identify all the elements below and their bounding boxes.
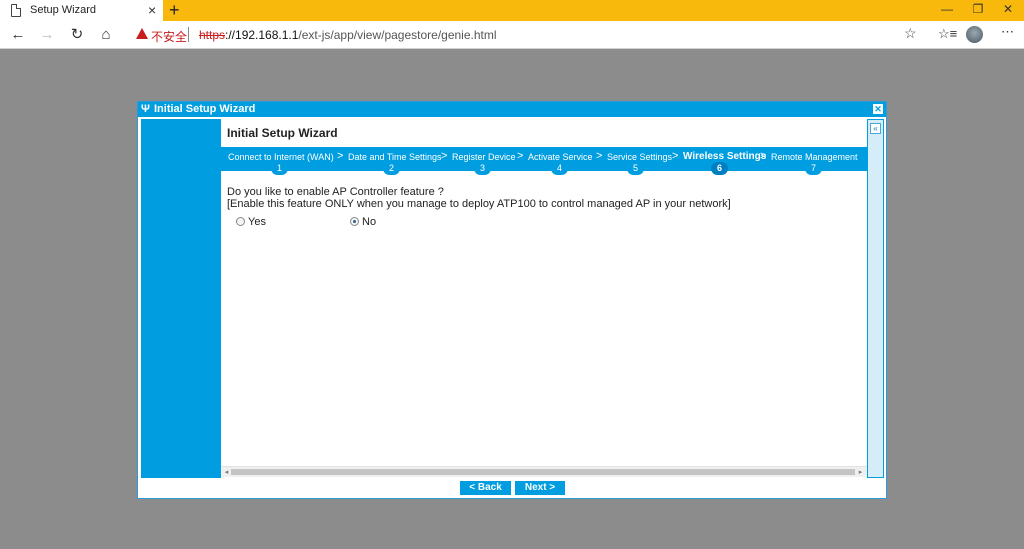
settings-icon: Ψ [141, 103, 150, 115]
horizontal-scrollbar[interactable]: ◂ ▸ [221, 466, 867, 477]
step-separator-icon: > [596, 150, 603, 162]
security-warning[interactable]: 不安全 [151, 28, 187, 45]
radio-yes-label[interactable]: Yes [248, 216, 266, 228]
step-separator-icon: > [441, 150, 448, 162]
step-separator-icon: > [672, 150, 679, 162]
step-3-number: 3 [474, 162, 491, 175]
step-5-label: Service Settings [607, 152, 673, 162]
browser-nav-bar: ← → ↻ ⌂ 不安全 https://192.168.1.1/ext-js/a… [0, 21, 1024, 49]
window-close-icon[interactable]: ✕ [998, 2, 1018, 16]
wizard-title: Initial Setup Wizard [227, 126, 338, 140]
step-separator-icon: > [517, 150, 524, 162]
collapse-icon[interactable]: « [870, 123, 881, 134]
url-host: ://192.168.1.1 [225, 28, 299, 42]
scroll-thumb[interactable] [231, 469, 855, 475]
dialog-header: Ψ Initial Setup Wizard ✕ [138, 102, 886, 117]
setup-wizard-dialog: Ψ Initial Setup Wizard ✕ Initial Setup W… [137, 101, 887, 499]
browser-tab-bar: Setup Wizard × + — ❐ ✕ [0, 0, 1024, 21]
wizard-sidebar [141, 119, 221, 478]
url-text[interactable]: https://192.168.1.1/ext-js/app/view/page… [199, 28, 497, 42]
star-icon[interactable]: ☆ [904, 25, 917, 42]
radio-yes[interactable] [236, 217, 245, 226]
scroll-left-icon[interactable]: ◂ [222, 468, 231, 477]
collapse-panel: « [867, 119, 884, 478]
step-4-label: Activate Service [528, 152, 593, 162]
page-icon [11, 4, 21, 17]
ap-controller-question: Do you like to enable AP Controller feat… [227, 186, 444, 198]
address-divider [188, 27, 189, 42]
new-tab-icon[interactable]: + [169, 0, 180, 20]
step-separator-icon: > [337, 150, 344, 162]
step-7-label: Remote Management [771, 152, 858, 162]
step-3-label: Register Device [452, 152, 516, 162]
minimize-icon[interactable]: — [937, 2, 957, 16]
more-icon[interactable]: ⋯ [1001, 24, 1014, 40]
step-1-number: 1 [271, 162, 288, 175]
step-7-number: 7 [805, 162, 822, 175]
dialog-title: Initial Setup Wizard [154, 103, 256, 115]
step-6-number: 6 [711, 162, 728, 175]
home-icon[interactable]: ⌂ [96, 25, 116, 45]
step-4-number: 4 [551, 162, 568, 175]
browser-tab[interactable]: Setup Wizard × [0, 0, 163, 21]
back-button[interactable]: < Back [460, 481, 511, 495]
refresh-icon[interactable]: ↻ [67, 25, 87, 45]
step-6-label: Wireless Settings [683, 151, 767, 162]
avatar[interactable] [966, 26, 983, 43]
dialog-close-icon[interactable]: ✕ [873, 104, 883, 114]
forward-icon[interactable]: → [37, 25, 57, 45]
wizard-content: Initial Setup Wizard Connect to Internet… [221, 119, 867, 478]
step-1-label: Connect to Internet (WAN) [228, 152, 334, 162]
step-2-number: 2 [383, 162, 400, 175]
address-bar[interactable]: 不安全 https://192.168.1.1/ext-js/app/view/… [124, 23, 924, 47]
next-button[interactable]: Next > [515, 481, 565, 495]
tab-close-icon[interactable]: × [148, 2, 156, 18]
favorites-icon[interactable]: ☆≡ [938, 26, 957, 42]
warning-icon [136, 28, 148, 39]
wizard-steps: Connect to Internet (WAN) > Date and Tim… [221, 147, 867, 175]
step-separator-icon: > [760, 150, 767, 162]
ap-controller-note: [Enable this feature ONLY when you manag… [227, 198, 731, 210]
url-path: /ext-js/app/view/pagestore/genie.html [298, 28, 497, 42]
radio-no-label[interactable]: No [362, 216, 376, 228]
tab-title: Setup Wizard [30, 4, 97, 16]
scroll-right-icon[interactable]: ▸ [856, 468, 865, 477]
step-2-label: Date and Time Settings [348, 152, 442, 162]
radio-no[interactable] [350, 217, 359, 226]
maximize-icon[interactable]: ❐ [968, 2, 988, 16]
url-protocol: https [199, 28, 226, 42]
step-5-number: 5 [627, 162, 644, 175]
back-icon[interactable]: ← [8, 25, 28, 45]
